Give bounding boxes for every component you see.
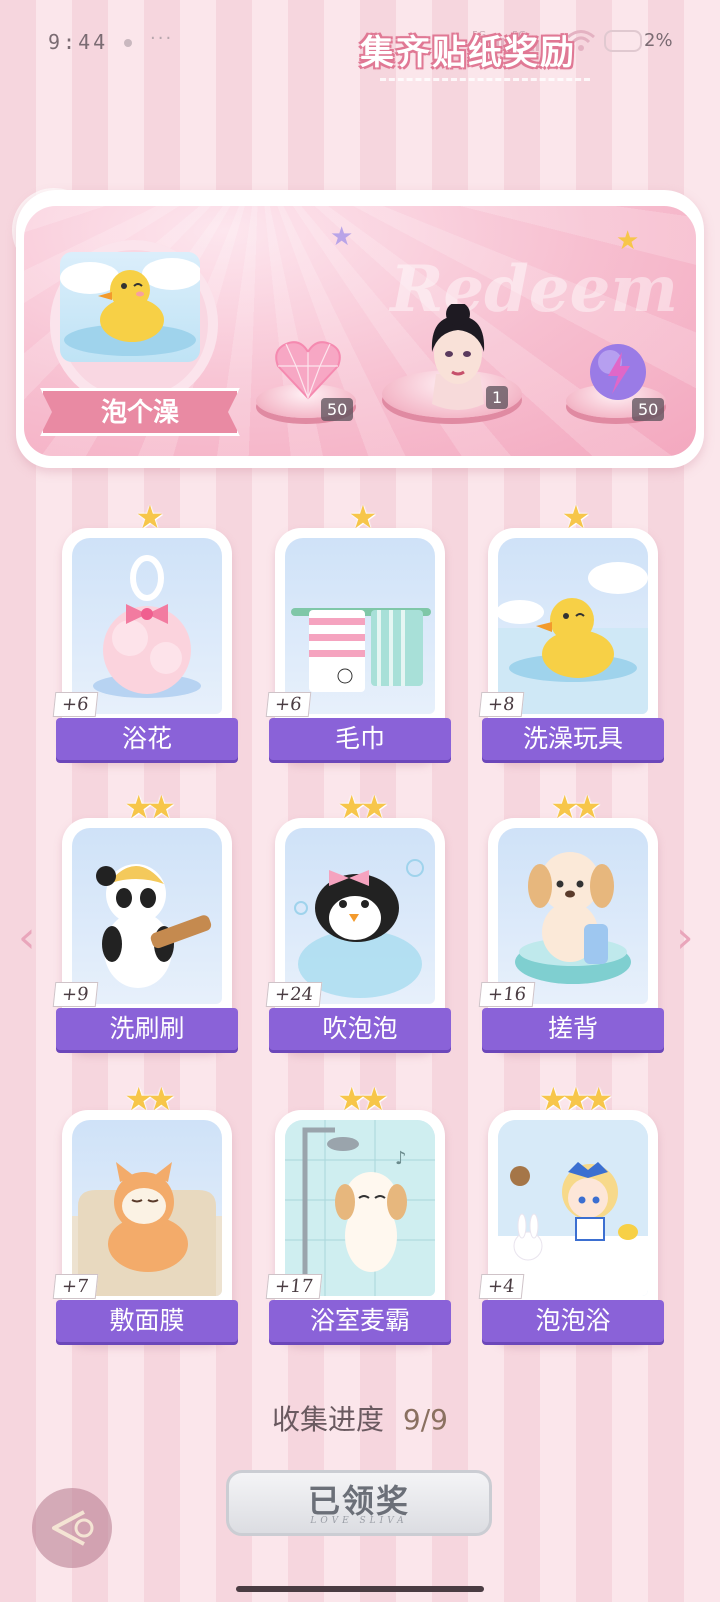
sticker-bonus: +17: [265, 1274, 323, 1299]
sticker-bonus: +9: [52, 982, 98, 1007]
back-button[interactable]: [32, 1488, 112, 1568]
battery-level: 2%: [644, 30, 673, 51]
bath-puff-icon: [72, 538, 222, 714]
sticker-bonus: +6: [52, 692, 98, 717]
claimed-button-subtext: LOVE SLIVA: [310, 1516, 408, 1526]
status-time: 9:44: [48, 30, 109, 54]
sticker-label: 敷面膜: [56, 1300, 238, 1342]
sticker-card-shower-singer[interactable]: ★★ ♪ 浴室麦霸 +17: [265, 1080, 451, 1348]
purple-star-icon: ★: [330, 222, 354, 252]
sticker-card-face-mask[interactable]: ★★ 敷面膜 +7: [52, 1080, 238, 1348]
prev-page-arrow-icon[interactable]: ‹: [18, 912, 36, 963]
sticker-bonus: +8: [478, 692, 524, 717]
girl-bubble-bath-icon: [498, 1120, 648, 1296]
cat-mask-icon: [72, 1120, 222, 1296]
back-arrow-icon: [52, 1510, 94, 1546]
sticker-card-bath-puff[interactable]: ★ 浴花 +6: [52, 498, 238, 766]
reward-count-3: 50: [632, 398, 665, 421]
sticker-bonus: +4: [478, 1274, 524, 1299]
penguin-bubble-icon: [285, 828, 435, 1004]
next-page-arrow-icon[interactable]: ›: [676, 912, 694, 963]
rubber-duck-bath-icon: [60, 252, 200, 362]
sticker-label: 吹泡泡: [269, 1008, 451, 1050]
sticker-bonus: +6: [265, 692, 311, 717]
banner-title: 集齐贴纸奖励: [360, 33, 576, 73]
reward-count-2: 1: [486, 386, 509, 409]
rubber-duck-icon: [498, 538, 648, 714]
sticker-card-towel[interactable]: ★ 毛巾 +6: [265, 498, 451, 766]
reward-count-1: 50: [321, 398, 354, 421]
title-underline: [380, 78, 590, 81]
sticker-label: 洗澡玩具: [482, 718, 664, 760]
puppy-tub-icon: [498, 828, 648, 1004]
sticker-label: 洗刷刷: [56, 1008, 238, 1050]
sticker-card-back-rub[interactable]: ★★ 搓背 +16: [478, 788, 664, 1056]
sticker-label: 浴花: [56, 718, 238, 760]
character-avatar[interactable]: [420, 302, 496, 420]
puppy-shower-icon: ♪: [285, 1120, 435, 1296]
collection-progress: 收集进度 9/9: [0, 1398, 720, 1438]
sticker-card-bath-toy[interactable]: ★ 洗澡玩具 +8: [478, 498, 664, 766]
more-notifications-icon: ···: [150, 28, 174, 49]
notification-dot-icon: [124, 39, 132, 47]
home-indicator[interactable]: [236, 1586, 484, 1592]
battery-icon: [604, 30, 642, 52]
progress-label: 收集进度: [272, 1403, 385, 1436]
sticker-bonus: +24: [265, 982, 323, 1007]
svg-text:♪: ♪: [395, 1148, 407, 1169]
sticker-card-scrub[interactable]: ★★ 洗刷刷 +9: [52, 788, 238, 1056]
progress-value: 9/9: [402, 1403, 448, 1436]
towel-icon: [285, 538, 435, 714]
event-label: 泡个澡: [100, 398, 179, 428]
sticker-label: 泡泡浴: [482, 1300, 664, 1342]
yellow-star-icon: ★: [616, 226, 640, 256]
pink-heart-gem-icon[interactable]: [272, 338, 344, 406]
sticker-bonus: +7: [52, 1274, 98, 1299]
sticker-label: 搓背: [482, 1008, 664, 1050]
sticker-bonus: +16: [478, 982, 536, 1007]
sticker-card-bubble-bath[interactable]: ★★★ 泡泡浴 +4: [478, 1080, 664, 1348]
sticker-label: 毛巾: [269, 718, 451, 760]
sticker-label: 浴室麦霸: [269, 1300, 451, 1342]
sticker-card-bubbles[interactable]: ★★ 吹泡泡 +24: [265, 788, 451, 1056]
panda-brush-icon: [72, 828, 222, 1004]
purple-energy-orb-icon[interactable]: [586, 342, 650, 406]
